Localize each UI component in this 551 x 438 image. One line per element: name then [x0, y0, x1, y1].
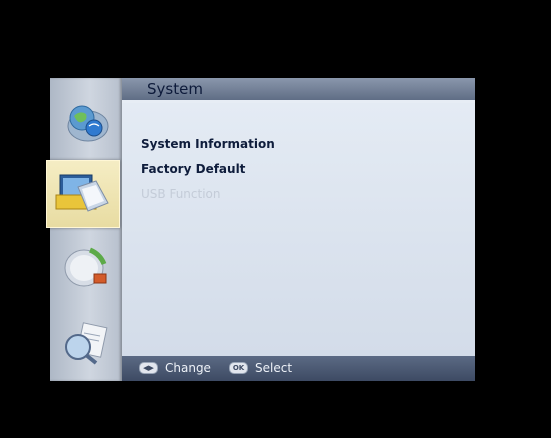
sidebar-item-globe[interactable] — [56, 92, 116, 150]
select-label: Select — [255, 361, 293, 375]
menu-item-factory-default[interactable]: Factory Default — [141, 162, 245, 176]
ok-key-icon: OK — [229, 362, 248, 374]
change-label: Change — [165, 361, 211, 375]
menu-list: System Information Factory Default USB F… — [122, 103, 475, 356]
menu-item-usb-function: USB Function — [141, 187, 221, 201]
sidebar-item-installation[interactable] — [56, 238, 116, 296]
left-right-key-icon: ◀▶ — [139, 362, 158, 374]
button-hint-bar: ◀▶ Change OK Select — [122, 356, 475, 381]
select-hint: OK Select — [229, 361, 292, 375]
change-hint: ◀▶ Change — [139, 361, 211, 375]
magnifier-document-icon — [65, 322, 108, 365]
sidebar-item-media[interactable] — [56, 314, 116, 372]
system-panel: System System Information Factory Defaul… — [122, 78, 475, 381]
panel-header: System — [122, 78, 475, 103]
page-title: System — [147, 80, 203, 98]
satellite-dish-icon — [64, 247, 107, 287]
menu-item-system-information[interactable]: System Information — [141, 137, 275, 151]
category-sidebar — [46, 78, 122, 381]
sidebar-item-system[interactable] — [46, 160, 120, 228]
folder-settings-icon — [55, 174, 109, 212]
globe-satellite-icon — [67, 105, 109, 142]
tv-screen: System System Information Factory Defaul… — [0, 0, 551, 438]
